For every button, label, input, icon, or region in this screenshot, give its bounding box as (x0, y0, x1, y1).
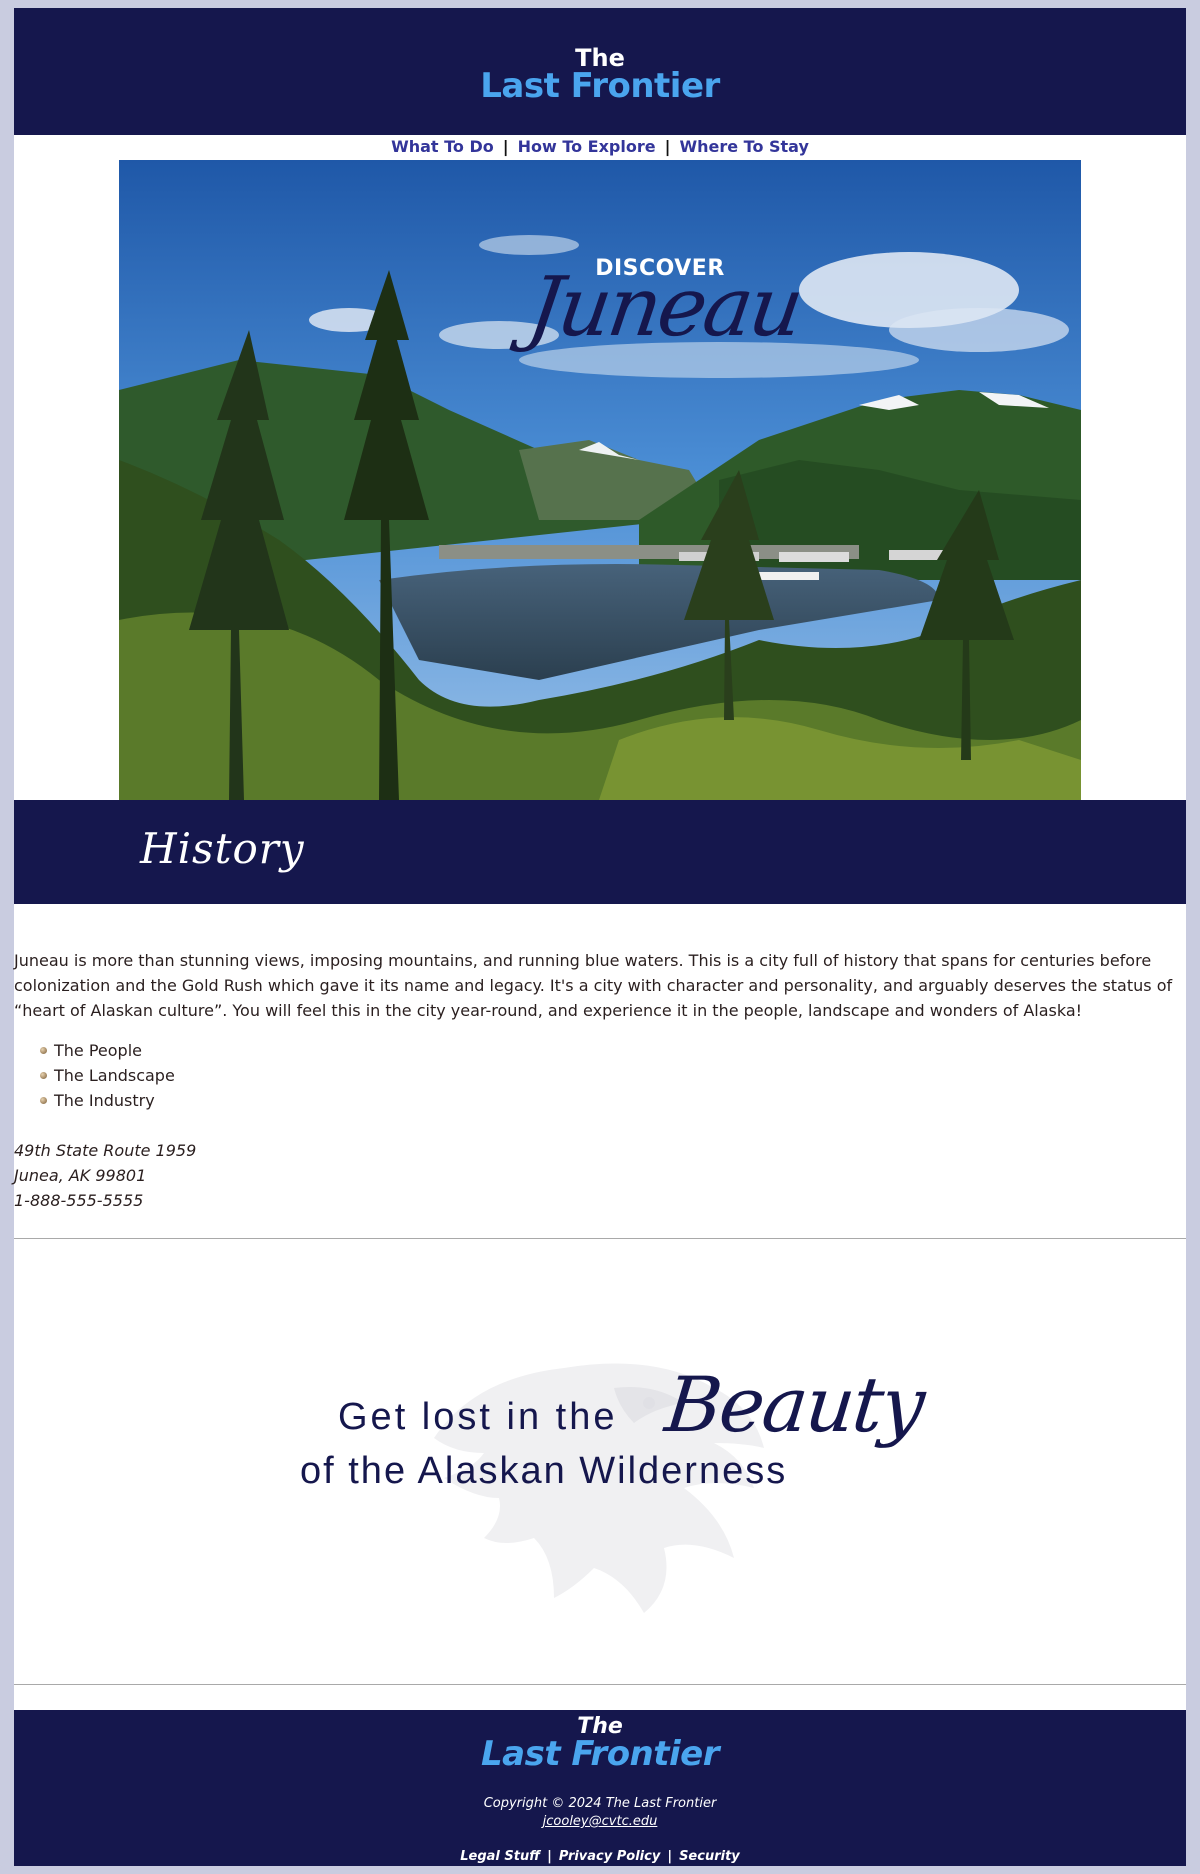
bullet-icon (40, 1072, 47, 1079)
footer-separator: | (667, 1849, 673, 1864)
nav-separator: | (664, 137, 671, 156)
list-item-label: The Landscape (54, 1066, 175, 1085)
history-list: The People The Landscape The Industry (40, 1038, 175, 1113)
tagline-line-2: of the Alaskan Wilderness (300, 1450, 788, 1492)
nav-how-to-explore[interactable]: How To Explore (518, 137, 656, 156)
page: The Last Frontier What To Do | How To Expl… (14, 8, 1186, 1866)
footer-link-security[interactable]: Security (679, 1849, 740, 1864)
divider (14, 1684, 1186, 1685)
address-phone: 1-888-555-5555 (14, 1191, 144, 1210)
footer-link-privacy[interactable]: Privacy Policy (559, 1849, 661, 1864)
footer-separator: | (547, 1849, 552, 1864)
address-city: Junea, AK 99801 (14, 1166, 147, 1185)
list-item-label: The People (54, 1041, 142, 1060)
footer-logo-title: Last Frontier (481, 1734, 720, 1774)
address-street: 49th State Route 1959 (14, 1141, 197, 1160)
divider (14, 1238, 1186, 1239)
site-header: The Last Frontier (14, 8, 1186, 135)
history-intro: Juneau is more than stunning views, impo… (14, 951, 1173, 1020)
footer-link-legal[interactable]: Legal Stuff (460, 1849, 540, 1864)
footer-email-link[interactable]: jcooley@cvtc.edu (14, 1814, 1186, 1829)
list-item: The Industry (40, 1088, 175, 1113)
history-banner: History (14, 800, 1186, 904)
footer-links: Legal Stuff | Privacy Policy | Security (14, 1849, 1186, 1864)
nav-where-to-stay[interactable]: Where To Stay (679, 137, 808, 156)
tagline-accent: Beauty (661, 1360, 928, 1449)
history-heading: History (140, 824, 305, 873)
list-item: The People (40, 1038, 175, 1063)
hero-image: DISCOVER Juneau (119, 160, 1081, 800)
list-item: The Landscape (40, 1063, 175, 1088)
nav-what-to-do[interactable]: What To Do (391, 137, 494, 156)
logo-title[interactable]: Last Frontier (14, 66, 1186, 106)
tagline-line-1: Get lost in the (338, 1396, 618, 1438)
hero-title: Juneau (522, 260, 807, 355)
bullet-icon (40, 1097, 47, 1104)
bullet-icon (40, 1047, 47, 1054)
footer-copyright: Copyright © 2024 The Last Frontier (483, 1796, 717, 1811)
nav-separator: | (502, 137, 509, 156)
site-footer: The Last Frontier Copyright © 2024 The L… (14, 1710, 1186, 1866)
contact-address: 49th State Route 1959 Junea, AK 99801 1-… (14, 1138, 196, 1213)
list-item-label: The Industry (54, 1091, 155, 1110)
